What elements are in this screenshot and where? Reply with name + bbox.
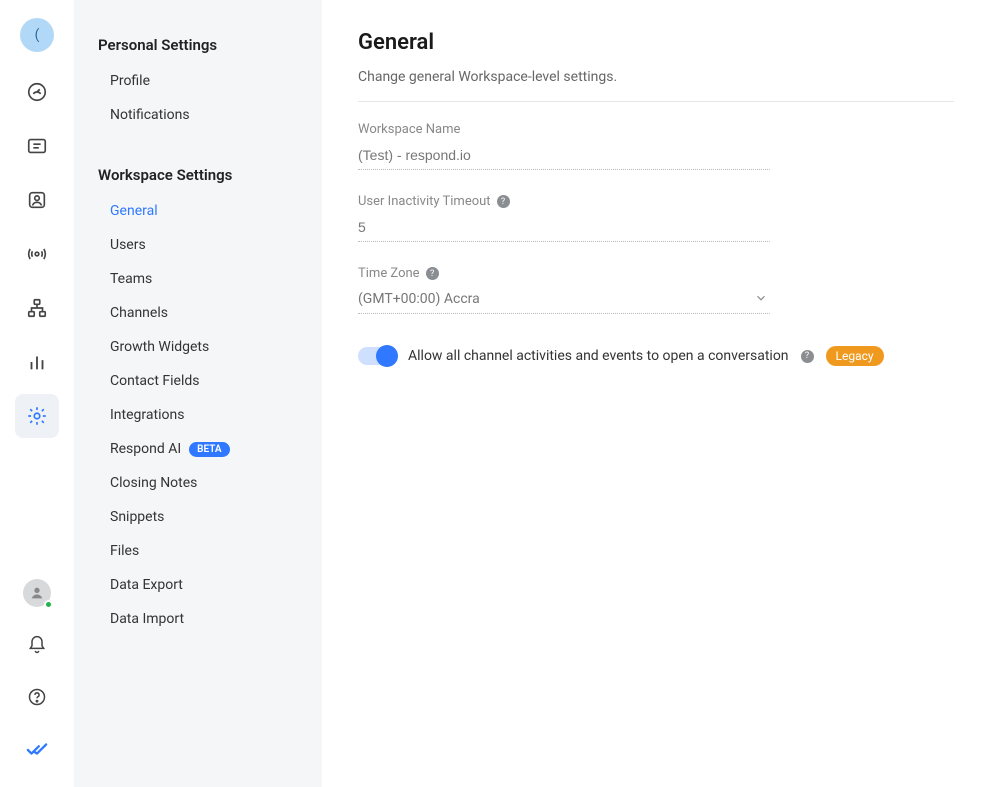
- inactivity-input[interactable]: [358, 217, 770, 242]
- field-workspace-name: Workspace Name: [358, 122, 770, 170]
- rail-reports[interactable]: [15, 340, 59, 384]
- inactivity-label: User Inactivity Timeout: [358, 194, 491, 209]
- nav-growth-widgets[interactable]: Growth Widgets: [74, 330, 322, 364]
- nav-respond-ai[interactable]: Respond AI BETA: [74, 432, 322, 466]
- gauge-icon: [26, 81, 48, 103]
- rail-notifications[interactable]: [15, 623, 59, 667]
- rail-help[interactable]: [15, 675, 59, 719]
- nav-notifications[interactable]: Notifications: [74, 98, 322, 132]
- timezone-label: Time Zone: [358, 266, 420, 281]
- workspace-name-input[interactable]: [358, 145, 770, 170]
- divider: [358, 101, 954, 102]
- toggle-row-open-conversation: Allow all channel activities and events …: [358, 346, 954, 366]
- double-check-icon: [26, 738, 48, 760]
- rail-brand[interactable]: [15, 727, 59, 771]
- nav-channels[interactable]: Channels: [74, 296, 322, 330]
- beta-badge: BETA: [189, 442, 229, 457]
- timezone-value: (GMT+00:00) Accra: [358, 289, 770, 314]
- rail-contacts[interactable]: [15, 178, 59, 222]
- nav-closing-notes[interactable]: Closing Notes: [74, 466, 322, 500]
- timezone-select[interactable]: (GMT+00:00) Accra: [358, 289, 770, 314]
- org-tree-icon: [26, 297, 48, 319]
- help-icon[interactable]: ?: [801, 350, 814, 363]
- field-timezone: Time Zone ? (GMT+00:00) Accra: [358, 266, 770, 314]
- bell-icon: [27, 635, 47, 655]
- rail-bottom: [15, 571, 59, 771]
- rail-user[interactable]: [15, 571, 59, 615]
- gear-icon: [26, 405, 48, 427]
- icon-rail: (: [0, 0, 74, 787]
- rail-dashboard[interactable]: [15, 70, 59, 114]
- message-icon: [26, 135, 48, 157]
- nav-snippets[interactable]: Snippets: [74, 500, 322, 534]
- allow-open-conversation-toggle[interactable]: [358, 347, 396, 365]
- workspace-avatar[interactable]: (: [20, 18, 54, 52]
- nav-files[interactable]: Files: [74, 534, 322, 568]
- field-inactivity: User Inactivity Timeout ?: [358, 194, 770, 242]
- nav-integrations[interactable]: Integrations: [74, 398, 322, 432]
- legacy-badge: Legacy: [826, 346, 884, 366]
- nav-users[interactable]: Users: [74, 228, 322, 262]
- toggle-knob: [376, 345, 398, 367]
- online-indicator: [44, 600, 53, 609]
- rail-settings[interactable]: [15, 394, 59, 438]
- nav-contact-fields[interactable]: Contact Fields: [74, 364, 322, 398]
- settings-sidebar: Personal Settings Profile Notifications …: [74, 0, 322, 787]
- chevron-down-icon: [754, 291, 768, 305]
- page-subtitle: Change general Workspace-level settings.: [358, 69, 954, 85]
- help-circle-icon: [27, 687, 47, 707]
- user-silhouette-icon: [29, 585, 45, 601]
- help-icon[interactable]: ?: [497, 195, 510, 208]
- nav-profile[interactable]: Profile: [74, 64, 322, 98]
- bar-chart-icon: [26, 351, 48, 373]
- workspace-avatar-letter: (: [35, 27, 40, 43]
- nav-data-import[interactable]: Data Import: [74, 602, 322, 636]
- rail-workflows[interactable]: [15, 286, 59, 330]
- page-title: General: [358, 30, 954, 55]
- nav-teams[interactable]: Teams: [74, 262, 322, 296]
- rail-inbox[interactable]: [15, 124, 59, 168]
- nav-general[interactable]: General: [74, 194, 322, 228]
- section-title-personal: Personal Settings: [74, 30, 322, 60]
- main-content: General Change general Workspace-level s…: [322, 0, 990, 787]
- workspace-name-label: Workspace Name: [358, 122, 460, 137]
- rail-broadcast[interactable]: [15, 232, 59, 276]
- toggle-label: Allow all channel activities and events …: [408, 348, 789, 364]
- help-icon[interactable]: ?: [426, 267, 439, 280]
- broadcast-icon: [26, 243, 48, 265]
- section-title-workspace: Workspace Settings: [74, 160, 322, 190]
- nav-data-export[interactable]: Data Export: [74, 568, 322, 602]
- person-box-icon: [26, 189, 48, 211]
